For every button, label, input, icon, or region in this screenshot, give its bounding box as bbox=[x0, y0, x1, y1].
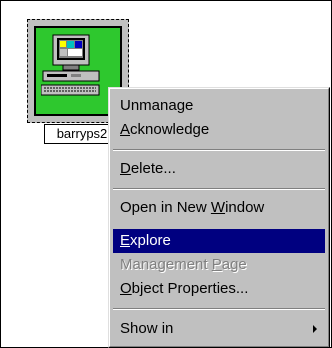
workstation-computer-icon bbox=[41, 34, 100, 96]
menu-item-label: Delete... bbox=[120, 160, 176, 177]
menu-item-label: Management Page bbox=[120, 256, 247, 273]
menu-item-label: Object Properties... bbox=[120, 280, 249, 297]
menu-item-management-page: Management Page bbox=[113, 253, 325, 277]
menu-item-explore[interactable]: Explore bbox=[113, 229, 325, 253]
menu-item-object-properties[interactable]: Object Properties... bbox=[113, 277, 325, 301]
menu-separator bbox=[113, 188, 325, 190]
menu-item-show-in[interactable]: Show in bbox=[113, 317, 325, 341]
menu-item-delete[interactable]: Delete... bbox=[113, 157, 325, 181]
menu-item-unmanage[interactable]: Unmanage bbox=[113, 94, 325, 118]
menu-item-acknowledge[interactable]: Acknowledge bbox=[113, 118, 325, 142]
menu-separator bbox=[113, 308, 325, 310]
menu-item-label: Show in bbox=[120, 320, 174, 337]
submenu-arrow-icon bbox=[313, 325, 317, 333]
menu-separator bbox=[113, 149, 325, 151]
menu-item-label: Open in New Window bbox=[120, 199, 265, 216]
menu-item-label: Unmanage bbox=[120, 97, 194, 114]
menu-item-label: Acknowledge bbox=[120, 121, 210, 138]
menu-item-open-in-new-window[interactable]: Open in New Window bbox=[113, 196, 325, 220]
context-menu: Unmanage Acknowledge Delete... Open in N… bbox=[108, 87, 330, 348]
menu-item-label: Explore bbox=[120, 232, 171, 249]
